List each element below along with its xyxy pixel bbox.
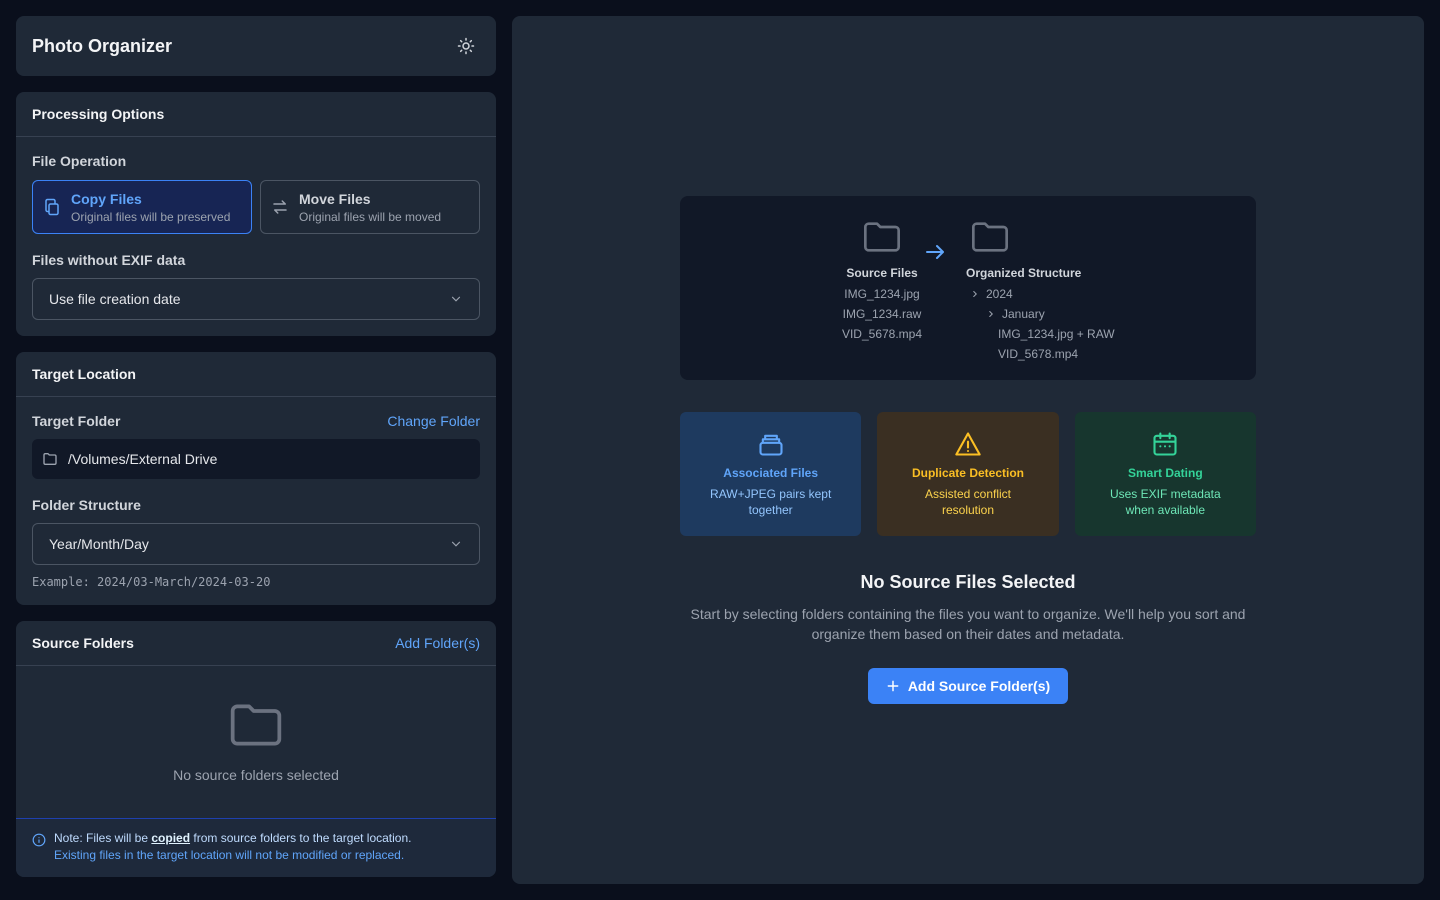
diagram-month: January <box>1002 307 1045 321</box>
move-files-title: Move Files <box>299 190 371 207</box>
copy-files-desc: Original files will be preserved <box>71 209 231 224</box>
change-folder-link[interactable]: Change Folder <box>387 413 480 429</box>
source-folders-card: Source Folders Add Folder(s) No source f… <box>16 621 496 877</box>
diagram-year: 2024 <box>986 287 1013 301</box>
exif-select[interactable]: Use file creation date <box>32 278 480 320</box>
chevron-right-icon <box>973 290 977 298</box>
feature-title: Smart Dating <box>1127 466 1203 480</box>
target-folder-label: Target Folder <box>32 413 121 429</box>
sun-icon <box>457 37 475 55</box>
source-folders-title: Source Folders <box>32 635 134 651</box>
sidebar: Photo Organizer Processing Options File … <box>16 16 496 877</box>
swap-arrows-icon <box>273 200 287 214</box>
source-empty-text: No source folders selected <box>173 767 339 783</box>
source-folders-header: Source Folders Add Folder(s) <box>16 621 496 666</box>
diagram-source-file: VID_5678.mp4 <box>841 327 923 341</box>
note-emphasis: copied <box>151 831 191 845</box>
exif-select-value: Use file creation date <box>49 291 181 307</box>
app-title: Photo Organizer <box>32 35 173 56</box>
diagram-target-file: IMG_1234.jpg + RAW <box>998 327 1115 341</box>
copy-files-title: Copy Files <box>71 190 142 207</box>
processing-options-header: Processing Options <box>16 92 496 137</box>
feature-desc: RAW+JPEG pairs kept together <box>710 487 832 517</box>
folder-structure-example: Example: 2024/03-March/2024-03-20 <box>32 575 271 589</box>
feature-smart-dating: Smart Dating Uses EXIF metadata when ava… <box>1074 412 1256 536</box>
diagram-source-title: Source Files <box>846 266 918 280</box>
feature-title: Associated Files <box>723 466 819 480</box>
diagram-target-file: VID_5678.mp4 <box>998 347 1079 361</box>
feature-duplicate-detection: Duplicate Detection Assisted conflict re… <box>877 412 1059 536</box>
add-folders-link[interactable]: Add Folder(s) <box>395 635 480 651</box>
folder-icon <box>864 222 900 252</box>
stack-icon <box>759 434 783 456</box>
folder-structure-value: Year/Month/Day <box>49 536 149 552</box>
file-operation-label: File Operation <box>32 153 127 169</box>
chevron-down-icon <box>451 296 461 302</box>
info-icon <box>32 833 46 847</box>
copy-files-option[interactable]: Copy Files Original files will be preser… <box>32 180 252 234</box>
feature-title: Duplicate Detection <box>911 466 1024 480</box>
chevron-right-icon <box>989 310 993 318</box>
feature-cards: Associated Files RAW+JPEG pairs kept tog… <box>680 412 1256 536</box>
exif-label: Files without EXIF data <box>32 252 186 268</box>
calendar-icon <box>1153 432 1177 456</box>
target-location-header: Target Location <box>16 352 496 397</box>
note-line-1: Note: Files will be copied from source f… <box>54 831 412 845</box>
processing-options-title: Processing Options <box>32 106 165 122</box>
add-source-folders-button[interactable]: Add Source Folder(s) <box>868 668 1068 704</box>
diagram-target-column: Organized Structure 2024 January IMG_123… <box>966 220 1166 360</box>
target-path: /Volumes/External Drive <box>68 451 218 467</box>
main-panel: Source Files IMG_1234.jpg IMG_1234.raw V… <box>512 16 1424 884</box>
folder-structure-label: Folder Structure <box>32 497 141 513</box>
processing-options-card: Processing Options File Operation Copy F… <box>16 92 496 336</box>
note-prefix: Note: Files will be <box>54 831 152 845</box>
folder-icon <box>972 222 1008 252</box>
theme-toggle-button[interactable] <box>452 32 480 60</box>
diagram-source-file: IMG_1234.raw <box>842 307 922 321</box>
diagram-year-node: 2024 <box>966 288 1166 300</box>
target-location-card: Target Location Target Folder Change Fol… <box>16 352 496 605</box>
arrow-right-icon <box>926 245 944 259</box>
app-header: Photo Organizer <box>16 16 496 76</box>
target-location-title: Target Location <box>32 366 136 382</box>
target-path-display: /Volumes/External Drive <box>32 439 480 479</box>
move-files-option[interactable]: Move Files Original files will be moved <box>260 180 480 234</box>
feature-desc: Assisted conflict resolution <box>924 487 1012 517</box>
empty-state-title: No Source Files Selected <box>860 572 1076 592</box>
add-source-folders-label: Add Source Folder(s) <box>907 678 1051 694</box>
diagram-source-file: IMG_1234.jpg <box>844 287 920 301</box>
feature-desc: Uses EXIF metadata when available <box>1109 487 1221 517</box>
plus-icon <box>887 680 899 692</box>
folder-structure-select[interactable]: Year/Month/Day <box>32 523 480 565</box>
folder-icon <box>43 453 57 465</box>
diagram-source-column: Source Files IMG_1234.jpg IMG_1234.raw V… <box>820 220 944 340</box>
warning-icon <box>955 432 981 456</box>
empty-state-desc: Start by selecting folders containing th… <box>690 606 1246 642</box>
chevron-down-icon <box>451 541 461 547</box>
folder-icon <box>230 704 282 746</box>
copy-note: Note: Files will be copied from source f… <box>16 818 496 877</box>
note-line-2: Existing files in the target location wi… <box>54 848 405 862</box>
note-suffix: from source folders to the target locati… <box>190 831 412 845</box>
diagram-month-node: January <box>966 308 1166 320</box>
copy-icon <box>45 198 59 216</box>
source-empty-state: No source folders selected <box>16 666 496 818</box>
move-files-desc: Original files will be moved <box>299 209 442 224</box>
feature-associated-files: Associated Files RAW+JPEG pairs kept tog… <box>680 412 862 536</box>
organization-diagram: Source Files IMG_1234.jpg IMG_1234.raw V… <box>680 196 1256 380</box>
diagram-target-title: Organized Structure <box>966 266 1082 280</box>
